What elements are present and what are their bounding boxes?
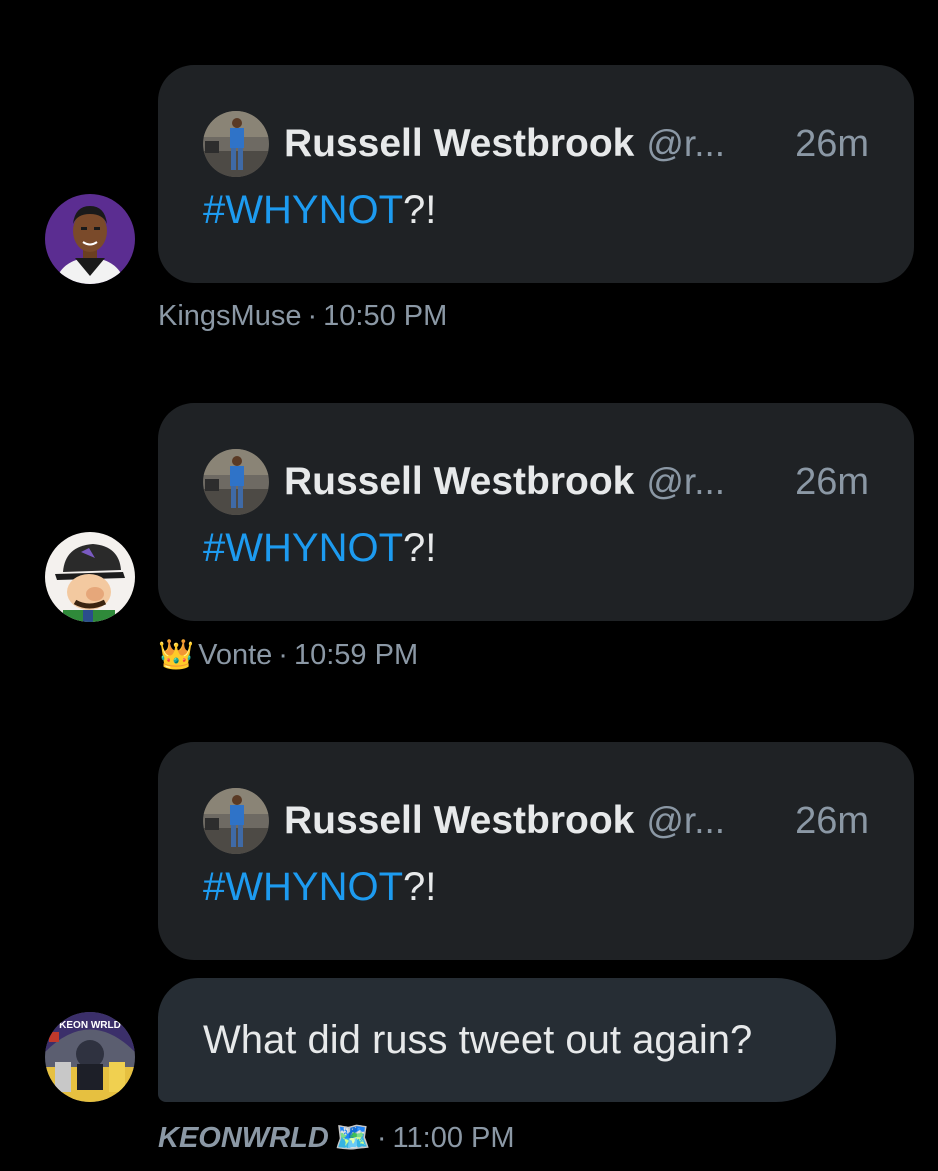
quoted-author-handle: @r... [646,123,726,164]
map-emoji-icon: 🗺️ [334,1122,371,1154]
quoted-tweet-text: #WHYNOT?! [203,865,436,910]
hashtag-link[interactable]: #WHYNOT [203,865,403,909]
quoted-tweet-card[interactable]: Russell Westbrook @r... 26m #WHYNOT?! [158,403,914,621]
quoted-tweet-text: #WHYNOT?! [203,526,436,571]
quoted-tweet-suffix: ?! [403,526,437,570]
quoted-tweet-text: #WHYNOT?! [203,188,436,233]
meta-separator: · [376,1121,387,1154]
message-meta: 👑 Vonte · 10:59 PM [158,638,418,672]
quoted-tweet-card[interactable]: Russell Westbrook @r... 26m #WHYNOT?! [158,65,914,283]
sent-time: 11:00 PM [392,1121,515,1154]
quoted-author-avatar[interactable] [203,449,269,515]
quoted-tweet-suffix: ?! [403,865,437,909]
sender-name[interactable]: KingsMuse [158,300,301,333]
message-meta: KEONWRLD 🗺️ · 11:00 PM [158,1121,515,1155]
quoted-author-name: Russell Westbrook [284,460,635,503]
meta-separator: · [278,638,288,671]
message-meta: KingsMuse · 10:50 PM [158,300,447,333]
avatar-badge-text: KEON WRLD [59,1020,121,1031]
avatar-kingsmuse[interactable] [45,194,135,284]
quoted-tweet-header: Russell Westbrook @r... 26m [203,787,869,855]
sent-time: 10:50 PM [323,300,448,332]
sender-name[interactable]: Vonte [198,639,272,672]
quoted-tweet-time: 26m [795,122,869,165]
quoted-tweet-suffix: ?! [403,188,437,232]
quoted-tweet-header: Russell Westbrook @r... 26m [203,448,869,516]
avatar-vonte[interactable] [45,532,135,622]
quoted-author-name: Russell Westbrook [284,122,635,165]
avatar-keonwrld[interactable]: KEON WRLD [45,1012,135,1102]
quoted-tweet-card[interactable]: Russell Westbrook @r... 26m #WHYNOT?! [158,742,914,960]
quoted-author-handle: @r... [646,461,726,502]
quoted-tweet-time: 26m [795,799,869,842]
sent-time: 10:59 PM [293,638,419,671]
quoted-author-handle: @r... [646,800,726,841]
quoted-author-avatar[interactable] [203,788,269,854]
crown-emoji-icon: 👑 [158,639,195,671]
hashtag-link[interactable]: #WHYNOT [203,526,403,570]
quoted-author-avatar[interactable] [203,111,269,177]
meta-separator: · [307,300,318,332]
quoted-author-name: Russell Westbrook [284,799,635,842]
quoted-tweet-header: Russell Westbrook @r... 26m [203,110,869,178]
sender-name[interactable]: KEONWRLD [158,1122,329,1155]
message-bubble[interactable]: What did russ tweet out again? [158,978,836,1102]
dm-thread: Russell Westbrook @r... 26m #WHYNOT?! Ki… [0,0,938,1171]
hashtag-link[interactable]: #WHYNOT [203,188,403,232]
quoted-tweet-time: 26m [795,460,869,503]
